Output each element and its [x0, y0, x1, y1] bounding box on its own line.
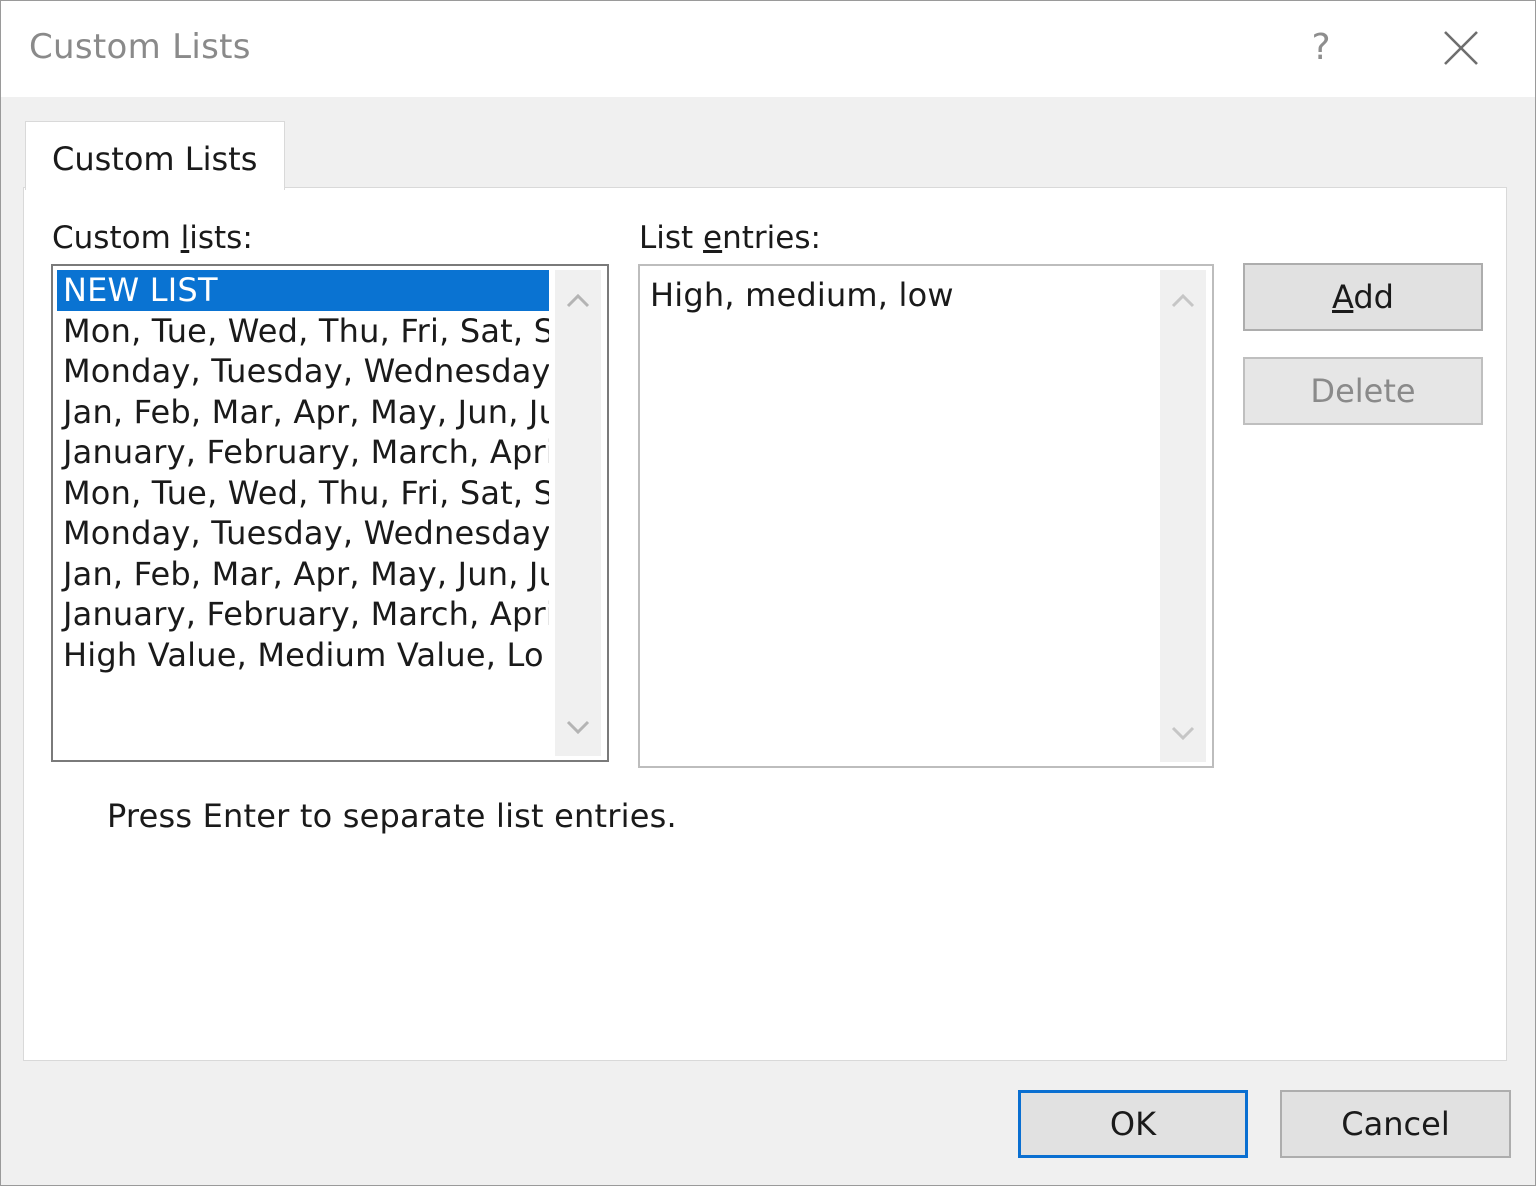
close-button[interactable] [1433, 23, 1489, 73]
list-entries-textarea[interactable]: High, medium, low [638, 264, 1214, 768]
list-item[interactable]: High Value, Medium Value, Lo [57, 635, 549, 676]
list-item[interactable]: Jan, Feb, Mar, Apr, May, Jun, Ju [57, 554, 549, 595]
list-entries-scrollbar[interactable] [1160, 270, 1206, 762]
list-entries-label: List entries: [639, 220, 821, 256]
custom-lists-scrollbar[interactable] [555, 270, 601, 756]
help-icon: ? [1311, 27, 1331, 68]
custom-lists-label: Custom lists: [52, 220, 253, 256]
chevron-up-icon [566, 293, 590, 308]
hint-text: Press Enter to separate list entries. [107, 797, 677, 835]
list-item[interactable]: NEW LIST [57, 270, 549, 311]
list-entries-value: High, medium, low [650, 276, 954, 314]
list-item[interactable]: Mon, Tue, Wed, Thu, Fri, Sat, S [57, 473, 549, 514]
dialog-title: Custom Lists [29, 27, 251, 67]
scroll-down-button[interactable] [555, 704, 601, 750]
cancel-button[interactable]: Cancel [1280, 1090, 1511, 1158]
delete-button[interactable]: Delete [1243, 357, 1483, 425]
custom-lists-listbox[interactable]: NEW LIST Mon, Tue, Wed, Thu, Fri, Sat, SM… [51, 264, 609, 762]
chevron-down-icon [566, 720, 590, 735]
add-button[interactable]: Add [1243, 263, 1483, 331]
custom-lists-items: NEW LIST Mon, Tue, Wed, Thu, Fri, Sat, SM… [57, 270, 549, 675]
list-item[interactable]: Mon, Tue, Wed, Thu, Fri, Sat, S [57, 311, 549, 352]
list-item[interactable]: Monday, Tuesday, Wednesday [57, 513, 549, 554]
tab-custom-lists[interactable]: Custom Lists [25, 121, 285, 190]
list-item[interactable]: January, February, March, Apri [57, 594, 549, 635]
custom-lists-dialog: Custom Lists ? Custom Lists Custom lists… [0, 0, 1536, 1186]
chevron-up-icon [1171, 293, 1195, 308]
chevron-down-icon [1171, 726, 1195, 741]
title-bar: Custom Lists ? [1, 1, 1535, 97]
help-button[interactable]: ? [1297, 23, 1345, 73]
list-item[interactable]: January, February, March, Apri [57, 432, 549, 473]
tab-custom-lists-label: Custom Lists [52, 140, 258, 178]
scroll-up-button[interactable] [555, 278, 601, 324]
list-item[interactable]: Jan, Feb, Mar, Apr, May, Jun, Ju [57, 392, 549, 433]
close-icon [1444, 31, 1478, 65]
ok-button[interactable]: OK [1018, 1090, 1248, 1158]
scroll-up-button[interactable] [1160, 278, 1206, 324]
list-item[interactable]: Monday, Tuesday, Wednesday [57, 351, 549, 392]
scroll-down-button[interactable] [1160, 710, 1206, 756]
